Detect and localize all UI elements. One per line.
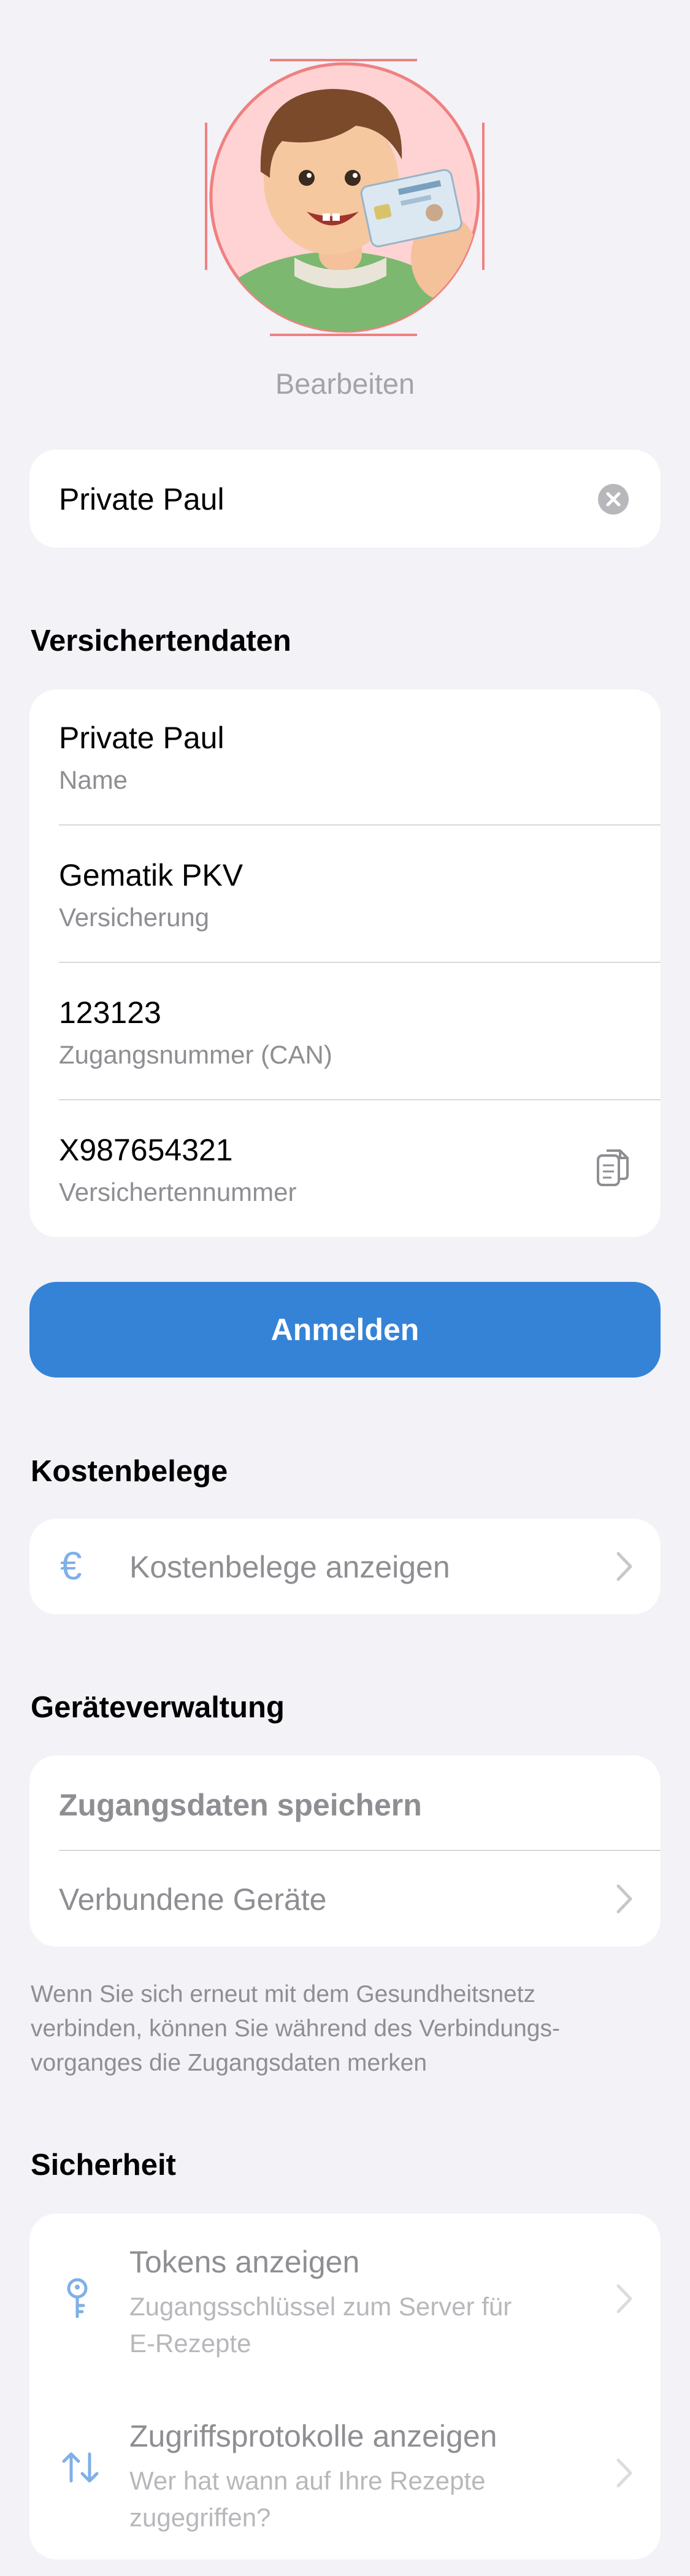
profile-name-input[interactable]: Private Paul: [59, 481, 224, 517]
show-tokens-item[interactable]: Tokens anzeigen Zugangsschlüssel zum Ser…: [29, 2214, 661, 2386]
save-credentials-toggle[interactable]: Zugangsdaten speichern: [59, 1787, 422, 1823]
section-title-costs: Kostenbelege: [31, 1455, 228, 1488]
chevron-right-icon: [616, 2284, 632, 2313]
show-access-logs-subtitle-line: zugegriffen?: [129, 2503, 271, 2532]
show-tokens-title: Tokens anzeigen: [129, 2245, 360, 2279]
connected-devices-label: Verbundene Geräte: [59, 1882, 327, 1917]
profile-name-field[interactable]: Private Paul: [29, 450, 661, 548]
can-label: Zugangsnummer (CAN): [59, 1040, 332, 1069]
divider: [59, 962, 661, 963]
device-footnote-line: vorganges die Zugangsdaten merken: [31, 2050, 427, 2076]
show-access-logs-subtitle: Wer hat wann auf Ihre Rezepte zugegriffe…: [129, 2463, 486, 2536]
device-footnote-line: verbinden, können Sie während des Verbin…: [31, 2015, 560, 2042]
security-card: Tokens anzeigen Zugangsschlüssel zum Ser…: [29, 2214, 661, 2559]
device-footnote-line: Wenn Sie sich erneut mit dem Gesundheits…: [31, 1981, 536, 2007]
insurance-company-label: Versicherung: [59, 903, 210, 932]
insurance-name-value: Private Paul: [59, 721, 224, 755]
edit-avatar-button[interactable]: Bearbeiten: [0, 367, 690, 401]
insurance-number-label: Versichertennummer: [59, 1178, 297, 1206]
euro-icon: €: [60, 1544, 82, 1588]
show-tokens-subtitle-line: E-Rezepte: [129, 2329, 251, 2358]
device-management-card: Zugangsdaten speichern Verbundene Geräte: [29, 1755, 661, 1947]
insurance-company-value: Gematik PKV: [59, 858, 243, 892]
divider: [59, 824, 661, 826]
arrows-up-down-icon: [62, 2452, 99, 2483]
show-tokens-subtitle-line: Zugangsschlüssel zum Server für: [129, 2292, 512, 2321]
show-access-logs-item[interactable]: Zugriffsprotokolle anzeigen Wer hat wann…: [29, 2386, 661, 2559]
chevron-right-icon: [616, 1552, 632, 1581]
section-title-security: Sicherheit: [31, 2149, 176, 2182]
device-footnote: Wenn Sie sich erneut mit dem Gesundheits…: [31, 1977, 656, 2080]
connected-devices-item[interactable]: Verbundene Geräte: [29, 1851, 661, 1947]
show-cost-receipts-label: Kostenbelege anzeigen: [129, 1550, 450, 1584]
divider: [59, 1099, 661, 1100]
insurance-name-label: Name: [59, 765, 128, 794]
insurance-number-value: X987654321: [59, 1133, 233, 1167]
copy-icon[interactable]: [596, 1147, 630, 1187]
avatar-illustration: [205, 59, 485, 336]
show-tokens-subtitle: Zugangsschlüssel zum Server für E-Rezept…: [129, 2288, 512, 2362]
clear-icon[interactable]: [598, 484, 629, 515]
show-access-logs-subtitle-line: Wer hat wann auf Ihre Rezepte: [129, 2466, 486, 2495]
show-access-logs-title: Zugriffsprotokolle anzeigen: [129, 2419, 497, 2453]
login-button[interactable]: Anmelden: [29, 1282, 661, 1378]
section-title-devices: Geräteverwaltung: [31, 1691, 285, 1724]
key-icon: [67, 2278, 88, 2318]
chevron-right-icon: [616, 2458, 632, 2488]
can-value: 123123: [59, 995, 161, 1030]
section-title-insurance: Versichertendaten: [31, 624, 291, 657]
insurance-card: Private Paul Name Gematik PKV Versicheru…: [29, 689, 661, 1237]
chevron-right-icon: [616, 1884, 632, 1914]
show-cost-receipts-item[interactable]: € Kostenbelege anzeigen: [29, 1519, 661, 1614]
avatar[interactable]: [202, 55, 487, 340]
